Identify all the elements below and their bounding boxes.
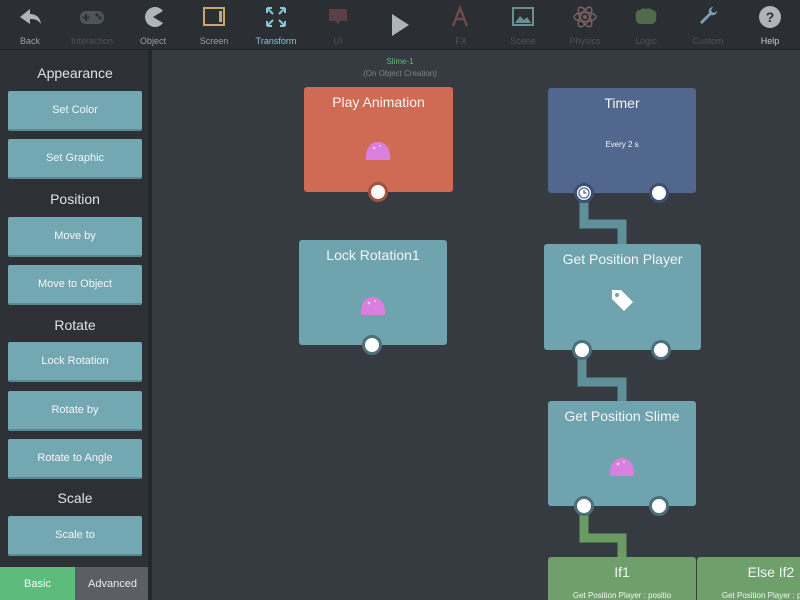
object-button[interactable]: Object [123, 0, 183, 50]
output-port[interactable] [362, 335, 382, 355]
speech-bubble-icon [329, 9, 347, 25]
output-port[interactable] [572, 340, 592, 360]
else-if2-node[interactable]: Else If2 Get Position Player : positio [697, 557, 800, 600]
output-port[interactable] [649, 183, 669, 203]
wrench-icon [700, 7, 717, 24]
move-to-object-button[interactable]: Move to Object [8, 265, 142, 305]
fx-button[interactable]: FX [431, 0, 491, 50]
output-port[interactable] [649, 496, 669, 516]
scale-to-button[interactable]: Scale to [8, 516, 142, 556]
ui-label: UI [333, 36, 343, 46]
rotate-by-button[interactable]: Rotate by [8, 391, 142, 431]
physics-label: Physics [569, 36, 601, 46]
timer-interval: Every 2 s [605, 140, 639, 149]
play-button[interactable] [369, 0, 429, 50]
play-animation-title: Play Animation [332, 94, 425, 110]
scale-heading: Scale [57, 490, 93, 506]
object-event: (On Object Creation) [363, 69, 437, 78]
else-if2-condition: Get Position Player : positio [721, 591, 800, 600]
sidebar: Appearance Set Color Set Graphic Positio… [0, 50, 150, 600]
output-port[interactable] [368, 182, 388, 202]
interaction-label: Interaction [70, 36, 114, 46]
back-arrow-icon [20, 9, 41, 24]
toolbar: Back Interaction Object Screen Transform… [0, 0, 800, 50]
appearance-heading: Appearance [37, 65, 113, 81]
pacman-icon [145, 6, 163, 27]
logic-button[interactable]: Logic [616, 0, 676, 50]
tag-icon [612, 290, 633, 311]
clock-icon [578, 187, 590, 199]
set-graphic-button[interactable]: Set Graphic [8, 139, 142, 179]
logic-canvas[interactable]: Slime-1 (On Object Creation) Play Animat… [150, 50, 800, 600]
transform-button[interactable]: Transform [246, 0, 306, 50]
lock-rotation-button[interactable]: Lock Rotation [8, 342, 142, 382]
transform-label: Transform [255, 36, 297, 46]
get-position-slime-title: Get Position Slime [564, 408, 680, 424]
if1-node[interactable]: If1 Get Position Player : positio [548, 557, 696, 600]
get-position-player-node[interactable]: Get Position Player [544, 244, 701, 360]
if1-condition: Get Position Player : positio [572, 591, 672, 600]
custom-button[interactable]: Custom [678, 0, 738, 50]
interaction-button[interactable]: Interaction [62, 0, 122, 50]
move-by-button[interactable]: Move by [8, 217, 142, 257]
brain-icon [635, 8, 657, 24]
lock-rotation-title: Lock Rotation1 [326, 247, 420, 263]
slime-icon [360, 297, 386, 315]
output-port[interactable] [651, 340, 671, 360]
play-icon [392, 14, 409, 36]
slime-icon [365, 142, 391, 160]
if1-title: If1 [614, 564, 630, 580]
ui-button[interactable]: UI [308, 0, 368, 50]
custom-label: Custom [692, 36, 724, 46]
get-position-player-title: Get Position Player [562, 251, 683, 267]
get-position-slime-node[interactable]: Get Position Slime [548, 401, 696, 516]
help-label: Help [760, 36, 780, 46]
back-button[interactable]: Back [0, 0, 60, 50]
position-heading: Position [50, 191, 100, 207]
tab-advanced[interactable]: Advanced [75, 567, 150, 600]
object-label: Object [139, 36, 166, 46]
slime-icon [609, 458, 635, 476]
play-animation-node[interactable]: Play Animation [304, 87, 453, 202]
expand-arrows-icon [266, 7, 286, 27]
screen-label: Screen [199, 36, 229, 46]
tab-basic[interactable]: Basic [0, 567, 75, 600]
fx-icon [451, 4, 469, 27]
logic-label: Logic [635, 36, 657, 46]
timer-node[interactable]: Timer Every 2 s [548, 88, 696, 203]
fx-label: FX [455, 36, 467, 46]
atom-icon [573, 6, 597, 28]
sidebar-divider [148, 50, 152, 600]
rotate-to-angle-button[interactable]: Rotate to Angle [8, 439, 142, 479]
timer-title: Timer [604, 95, 640, 111]
back-label: Back [19, 36, 40, 46]
scene-button[interactable]: Scene [493, 0, 553, 50]
object-name: Slime-1 [386, 57, 414, 66]
help-button[interactable]: ? Help [740, 0, 800, 50]
wire-timer-to-get-position-player [577, 196, 627, 558]
scene-label: Scene [510, 36, 536, 46]
output-port[interactable] [574, 496, 594, 516]
svg-text:?: ? [766, 9, 775, 25]
image-icon [512, 7, 534, 26]
set-color-button[interactable]: Set Color [8, 91, 142, 131]
tab-bar: Basic Advanced [0, 567, 150, 600]
rotate-heading: Rotate [54, 317, 96, 333]
physics-button[interactable]: Physics [555, 0, 615, 50]
gamepad-icon [80, 11, 104, 24]
else-if2-title: Else If2 [747, 564, 795, 580]
lock-rotation-node[interactable]: Lock Rotation1 [299, 240, 447, 355]
screen-button[interactable]: Screen [184, 0, 244, 50]
screen-icon [203, 7, 225, 26]
help-icon: ? [759, 6, 781, 28]
timer-tick-port[interactable] [574, 183, 594, 203]
